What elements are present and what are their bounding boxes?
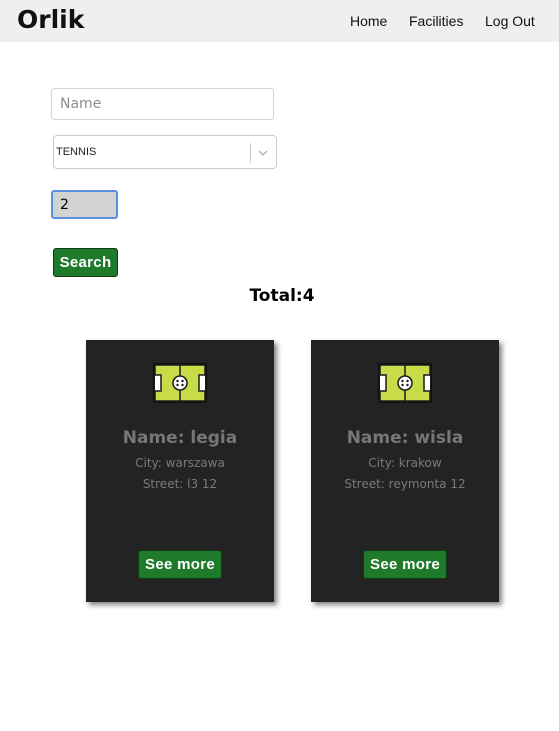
soccer-field-icon	[378, 363, 432, 403]
facility-card: Name: wisla City: krakow Street: reymont…	[311, 340, 499, 602]
name-input[interactable]	[51, 88, 274, 120]
nav-link-home[interactable]: Home	[350, 13, 387, 29]
number-input[interactable]	[51, 190, 118, 219]
chevron-down-icon[interactable]	[255, 145, 271, 161]
navbar: Orlik Home Facilities Log Out	[0, 0, 559, 42]
sport-select-value: TENNIS	[56, 146, 97, 158]
card-street: Street: reymonta 12	[344, 477, 466, 491]
sport-select[interactable]: TENNIS	[53, 135, 277, 169]
card-city: City: krakow	[368, 456, 442, 470]
see-more-button[interactable]: See more	[138, 550, 222, 579]
card-street: Street: l3 12	[142, 477, 218, 491]
card-name: Name: wisla	[346, 428, 464, 448]
search-button[interactable]: Search	[53, 248, 118, 277]
brand-logo[interactable]: Orlik	[17, 5, 84, 34]
card-city: City: warszawa	[135, 456, 225, 470]
nav-link-facilities[interactable]: Facilities	[409, 13, 463, 29]
see-more-button[interactable]: See more	[363, 550, 447, 579]
nav-link-logout[interactable]: Log Out	[485, 13, 535, 29]
select-separator	[250, 143, 251, 163]
total-count: Total:4	[249, 286, 315, 306]
facility-card: Name: legia City: warszawa Street: l3 12…	[86, 340, 274, 602]
card-name: Name: legia	[122, 428, 238, 448]
soccer-field-icon	[153, 363, 207, 403]
